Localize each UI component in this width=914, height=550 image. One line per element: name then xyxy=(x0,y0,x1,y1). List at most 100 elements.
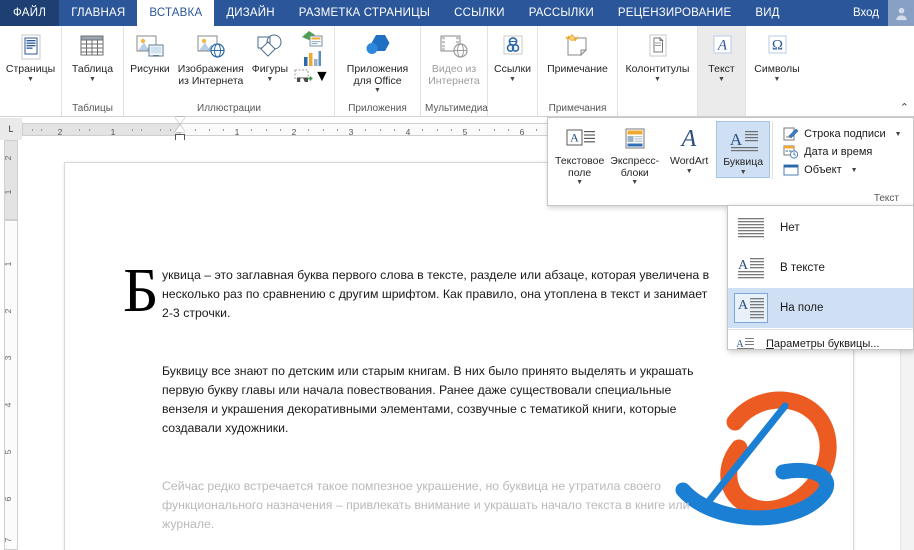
vruler-tick: 6 xyxy=(3,496,13,502)
chevron-down-icon[interactable]: ▼ xyxy=(654,76,661,84)
document-paragraph-1-line-1: уквица – это заглавная буква первого сло… xyxy=(162,268,710,282)
dropcap-menu-item-in-margin[interactable]: A На поле xyxy=(728,288,913,328)
omega-icon: Ω xyxy=(763,31,791,63)
ribbon-group-apps-label: Приложения xyxy=(348,103,407,114)
symbols-button[interactable]: Ω Символы ▼ xyxy=(750,29,803,84)
chevron-down-icon[interactable]: ▼ xyxy=(631,179,638,187)
object-label: Объект xyxy=(804,164,842,176)
chevron-down-icon[interactable]: ▼ xyxy=(576,179,583,187)
chevron-down-icon[interactable]: ▼ xyxy=(89,76,96,84)
online-video-label: Видео из Интернета xyxy=(428,63,480,87)
text-box-label: Текстовое поле xyxy=(555,155,605,179)
wordart-button[interactable]: A WordArt ▼ xyxy=(662,121,716,176)
text-button[interactable]: A Текст ▼ xyxy=(704,29,740,84)
tab-page-layout[interactable]: РАЗМЕТКА СТРАНИЦЫ xyxy=(287,0,442,26)
quick-parts-button[interactable]: Экспресс- блоки ▼ xyxy=(607,121,662,187)
office-apps-button[interactable]: Приложения для Office ▼ xyxy=(343,29,412,95)
dropcap-in-text-label: В тексте xyxy=(780,262,825,274)
vruler-tick: 1 xyxy=(3,261,13,267)
text-label: Текст xyxy=(708,63,735,75)
object-item[interactable]: Объект ▼ xyxy=(779,161,905,179)
chevron-down-icon[interactable]: ▼ xyxy=(27,76,34,84)
text-group-flyout: A Текстовое поле ▼ Экспресс- блоки ▼ A W… xyxy=(547,117,914,206)
document-paragraph-2-line-1: Буквицу все знают по детским или старым … xyxy=(162,364,694,378)
text-box-button[interactable]: A Текстовое поле ▼ xyxy=(552,121,607,187)
links-icon xyxy=(499,31,527,63)
headers-footers-label: Колонтитулы xyxy=(625,63,690,75)
dropcap-menu-item-in-text[interactable]: A В тексте xyxy=(728,248,913,288)
pages-icon xyxy=(17,31,45,63)
online-video-button[interactable]: Видео из Интернета xyxy=(424,29,484,87)
text-flyout-group-label: Текст xyxy=(873,193,899,204)
ruler-tick: 5 xyxy=(462,126,468,137)
date-time-item[interactable]: Дата и время xyxy=(779,143,905,161)
screenshot-button[interactable]: ▼ xyxy=(292,68,332,86)
tab-view[interactable]: ВИД xyxy=(743,0,791,26)
ribbon-group-pages: Страницы ▼ xyxy=(0,26,62,116)
chevron-down-icon[interactable]: ▼ xyxy=(686,168,693,176)
online-pictures-icon xyxy=(195,31,227,63)
comment-button[interactable]: Примечание xyxy=(543,29,612,76)
chevron-up-icon[interactable]: ⌃ xyxy=(900,101,909,114)
svg-text:Ω: Ω xyxy=(772,38,783,54)
ruler-tick: 4 xyxy=(405,126,411,137)
links-label: Ссылки xyxy=(494,63,531,75)
tab-insert[interactable]: ВСТАВКА xyxy=(137,0,215,26)
chevron-down-icon[interactable]: ▼ xyxy=(314,68,330,86)
quickparts-icon xyxy=(620,124,650,156)
vruler-tick: 1 xyxy=(3,189,13,195)
headers-footers-button[interactable]: Колонтитулы ▼ xyxy=(622,29,694,84)
tab-stop-selector[interactable]: L xyxy=(0,118,22,140)
tab-mailings[interactable]: РАССЫЛКИ xyxy=(517,0,606,26)
hanging-indent-marker[interactable] xyxy=(175,124,185,132)
tab-references[interactable]: ССЫЛКИ xyxy=(442,0,517,26)
chevron-down-icon[interactable]: ▼ xyxy=(718,76,725,84)
signature-line-item[interactable]: Строка подписи ▼ xyxy=(779,125,905,143)
svg-text:A: A xyxy=(730,130,743,149)
vruler-tick: 2 xyxy=(3,308,13,314)
document-paragraph-2-line-2: первую букву главы или начала повествова… xyxy=(162,383,672,397)
shapes-button[interactable]: Фигуры ▼ xyxy=(248,29,292,84)
tab-review[interactable]: РЕЦЕНЗИРОВАНИЕ xyxy=(606,0,743,26)
tab-design[interactable]: ДИЗАЙН xyxy=(214,0,286,26)
drop-cap-button[interactable]: A Буквица ▼ xyxy=(716,121,771,178)
avatar[interactable] xyxy=(888,0,914,26)
chevron-down-icon[interactable]: ▼ xyxy=(774,76,781,84)
first-line-indent-marker[interactable] xyxy=(175,116,185,124)
pictures-button[interactable]: Рисунки xyxy=(126,29,174,76)
tab-file[interactable]: ФАЙЛ xyxy=(0,0,60,26)
ribbon-group-apps: Приложения для Office ▼ Приложения xyxy=(335,26,421,116)
tab-home[interactable]: ГЛАВНАЯ xyxy=(59,0,137,26)
dropcap-in-margin-label: На поле xyxy=(780,302,824,314)
ruler-tick: 2 xyxy=(57,126,63,137)
vertical-ruler[interactable]: 2 1 1 2 3 4 5 6 7 xyxy=(0,140,22,550)
pages-button[interactable]: Страницы ▼ xyxy=(2,29,59,84)
chevron-down-icon[interactable]: ▼ xyxy=(374,87,381,95)
document-paragraph-3-line-3: журнале. xyxy=(162,517,215,531)
signin-link[interactable]: Вход xyxy=(844,0,888,26)
ribbon: Страницы ▼ Таблица ▼ Таблицы Рисунки Изо… xyxy=(0,26,914,117)
dropcap-menu-item-none[interactable]: Нет xyxy=(728,208,913,248)
ribbon-group-illustrations: Рисунки Изображения из Интернета Фигуры … xyxy=(124,26,335,116)
chevron-down-icon[interactable]: ▼ xyxy=(851,167,858,174)
table-button[interactable]: Таблица ▼ xyxy=(68,29,117,84)
chevron-down-icon[interactable]: ▼ xyxy=(895,131,902,138)
dropcap-options-rest: араметры буквицы... xyxy=(773,338,880,350)
wamotvet-logo-icon xyxy=(675,391,837,526)
chart-button[interactable] xyxy=(292,49,332,67)
signature-line-label: Строка подписи xyxy=(804,128,886,140)
smartart-button[interactable] xyxy=(292,30,332,48)
office-apps-label: Приложения для Office xyxy=(346,63,409,87)
chevron-down-icon[interactable]: ▼ xyxy=(740,169,747,177)
wordart-icon: A xyxy=(672,124,706,156)
svg-text:A: A xyxy=(570,131,579,145)
links-button[interactable]: Ссылки ▼ xyxy=(490,29,535,84)
dropcap-menu-item-options[interactable]: A Параметры буквицы... xyxy=(728,331,913,357)
chevron-down-icon[interactable]: ▼ xyxy=(266,76,273,84)
chevron-down-icon[interactable]: ▼ xyxy=(509,76,516,84)
vruler-tick: 5 xyxy=(3,449,13,455)
online-pictures-button[interactable]: Изображения из Интернета xyxy=(174,29,248,87)
dropcap-none-icon xyxy=(734,213,768,243)
svg-text:A: A xyxy=(738,298,749,313)
ribbon-group-media: Видео из Интернета Мультимедиа xyxy=(421,26,488,116)
